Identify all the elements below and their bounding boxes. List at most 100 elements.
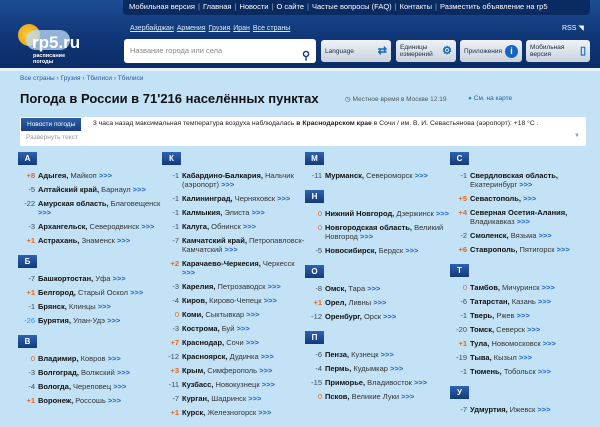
region-link[interactable]: Татарстан,: [470, 297, 510, 306]
region-link[interactable]: Тверь,: [470, 311, 494, 320]
more-link[interactable]: >>>: [436, 209, 449, 218]
city-name[interactable]: Тара: [348, 284, 365, 293]
city-name[interactable]: Шадринск: [211, 394, 246, 403]
region-link[interactable]: Кабардино-Балкария,: [182, 171, 263, 180]
nav-link[interactable]: О сайте: [276, 2, 304, 11]
region-link[interactable]: Амурская область,: [38, 199, 109, 208]
region-link[interactable]: Архангельск,: [38, 222, 87, 231]
more-link[interactable]: >>>: [360, 232, 373, 241]
city-name[interactable]: Дудинка: [230, 352, 259, 361]
city-name[interactable]: Петрозаводск: [218, 282, 266, 291]
city-name[interactable]: Россошь: [75, 396, 106, 405]
more-link[interactable]: >>>: [130, 288, 143, 297]
region-link[interactable]: Коми,: [182, 310, 203, 319]
city-name[interactable]: Мичуринск: [502, 283, 540, 292]
region-link[interactable]: Брянск,: [38, 302, 67, 311]
more-link[interactable]: >>>: [538, 231, 551, 240]
city-name[interactable]: Екатеринбург: [470, 180, 517, 189]
city-name[interactable]: Владивосток: [367, 378, 412, 387]
apps-button[interactable]: Приложения i: [460, 40, 522, 62]
more-link[interactable]: >>>: [268, 282, 281, 291]
more-link[interactable]: >>>: [243, 222, 256, 231]
region-link[interactable]: Киров,: [182, 296, 207, 305]
region-link[interactable]: Тула,: [470, 339, 489, 348]
region-link[interactable]: Тыва,: [470, 353, 492, 362]
more-link[interactable]: >>>: [538, 367, 551, 376]
region-link[interactable]: Пенза,: [325, 350, 349, 359]
region-link[interactable]: Камчатский край,: [182, 236, 247, 245]
nav-link[interactable]: Новости: [239, 2, 268, 11]
more-link[interactable]: >>>: [108, 396, 121, 405]
region-link[interactable]: Волгоград,: [38, 368, 79, 377]
more-link[interactable]: >>>: [117, 236, 130, 245]
more-link[interactable]: >>>: [373, 298, 386, 307]
region-link[interactable]: Смоленск,: [470, 231, 509, 240]
region-link[interactable]: Кострома,: [182, 324, 220, 333]
city-name[interactable]: Старый Оскол: [78, 288, 128, 297]
more-link[interactable]: >>>: [38, 208, 51, 217]
nav-link[interactable]: Главная: [203, 2, 232, 11]
region-link[interactable]: Крым,: [182, 366, 205, 375]
region-link[interactable]: Оренбург,: [325, 312, 362, 321]
region-link[interactable]: Севастополь,: [470, 194, 521, 203]
city-name[interactable]: Пятигорск: [520, 245, 555, 254]
city-name[interactable]: Знаменск: [82, 236, 115, 245]
search-icon[interactable]: ⚲: [302, 44, 310, 68]
region-link[interactable]: Мурманск,: [325, 171, 364, 180]
more-link[interactable]: >>>: [99, 171, 112, 180]
more-link[interactable]: >>>: [277, 194, 290, 203]
city-name[interactable]: Барнаул: [101, 185, 130, 194]
more-link[interactable]: >>>: [543, 339, 556, 348]
region-link[interactable]: Карачаево-Черкесия,: [182, 259, 261, 268]
city-name[interactable]: Ливны: [349, 298, 372, 307]
more-link[interactable]: >>>: [221, 180, 234, 189]
region-link[interactable]: Курган,: [182, 394, 209, 403]
region-link[interactable]: Свердловская область,: [470, 171, 558, 180]
more-link[interactable]: >>>: [224, 245, 237, 254]
region-link[interactable]: Красноярск,: [182, 352, 227, 361]
more-link[interactable]: >>>: [383, 312, 396, 321]
more-link[interactable]: >>>: [367, 284, 380, 293]
city-name[interactable]: Сочи: [226, 338, 244, 347]
more-link[interactable]: >>>: [381, 350, 394, 359]
city-name[interactable]: Черкесск: [263, 259, 295, 268]
city-name[interactable]: Ржев: [496, 311, 514, 320]
city-name[interactable]: Североморск: [366, 171, 413, 180]
more-link[interactable]: >>>: [519, 353, 532, 362]
more-link[interactable]: >>>: [517, 217, 530, 226]
more-link[interactable]: >>>: [523, 194, 536, 203]
region-link[interactable]: Новгородская область,: [325, 223, 412, 232]
region-link[interactable]: Орел,: [325, 298, 346, 307]
city-name[interactable]: Черняховск: [235, 194, 275, 203]
city-name[interactable]: Бердск: [379, 246, 404, 255]
breadcrumb[interactable]: Все страны › Грузия › Тбилиси › Тбилиси: [20, 75, 143, 82]
nav-link[interactable]: Мобильная версия: [129, 2, 195, 11]
city-name[interactable]: Уфа: [95, 274, 110, 283]
more-link[interactable]: >>>: [258, 408, 271, 417]
region-link[interactable]: Калуга,: [182, 222, 209, 231]
city-name[interactable]: Кузнецк: [351, 350, 378, 359]
region-link[interactable]: Курск,: [182, 408, 205, 417]
city-name[interactable]: Новокузнецк: [216, 380, 260, 389]
city-name[interactable]: Обнинск: [211, 222, 241, 231]
region-link[interactable]: Северная Осетия-Алания,: [470, 208, 567, 217]
city-name[interactable]: Вязьма: [511, 231, 537, 240]
more-link[interactable]: >>>: [405, 246, 418, 255]
region-link[interactable]: Новосибирск,: [325, 246, 377, 255]
city-name[interactable]: Ковров: [81, 354, 106, 363]
more-link[interactable]: >>>: [107, 316, 120, 325]
city-name[interactable]: Благовещенск: [111, 199, 161, 208]
region-link[interactable]: Бурятия,: [38, 316, 71, 325]
more-link[interactable]: >>>: [557, 245, 570, 254]
city-name[interactable]: Волжский: [81, 368, 115, 377]
region-link[interactable]: Омск,: [325, 284, 346, 293]
city-name[interactable]: Кирово-Чепецк: [209, 296, 261, 305]
city-name[interactable]: Северодвинск: [90, 222, 140, 231]
region-link[interactable]: Пермь,: [325, 364, 351, 373]
region-link[interactable]: Вологда,: [38, 382, 71, 391]
logo[interactable]: rp5.ru расписание погоды: [16, 20, 86, 65]
city-name[interactable]: Череповец: [73, 382, 111, 391]
city-name[interactable]: Сыктывкар: [205, 310, 244, 319]
more-link[interactable]: >>>: [237, 324, 250, 333]
region-link[interactable]: Карелия,: [182, 282, 215, 291]
